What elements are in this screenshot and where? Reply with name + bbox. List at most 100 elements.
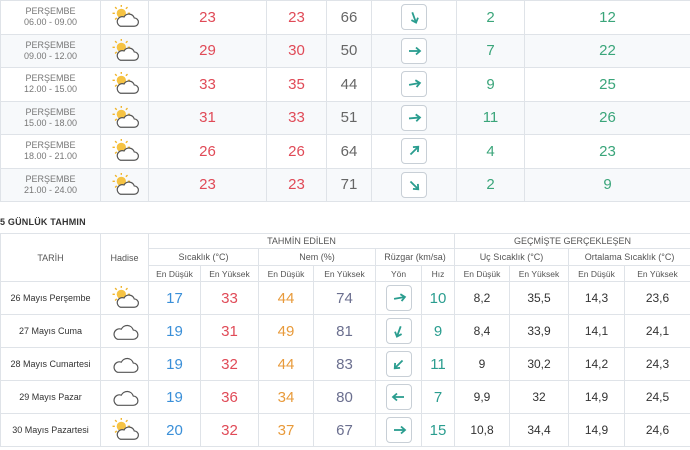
date: 26 Mayıs Perşembe	[0, 281, 101, 315]
feels-like: 33	[266, 100, 327, 135]
sub-extreme-low: En Düşük	[454, 265, 510, 282]
wind-direction	[371, 67, 457, 102]
sub-hum-low: En Düşük	[258, 265, 314, 282]
time-range: 09.00 - 12.00	[23, 50, 78, 61]
date: 28 Mayıs Cumartesi	[0, 347, 101, 381]
daily-row: 27 Mayıs Cuma 19 31 49 81 9 8,4 33,9 14,1 24,1	[0, 314, 690, 348]
cloud-icon	[100, 380, 149, 414]
wind-direction	[375, 314, 422, 348]
day-label: PERŞEMBE	[25, 140, 76, 151]
avg-high: 24,1	[623, 314, 690, 348]
wind-arrow-icon	[408, 113, 422, 122]
wind-direction-indicator	[385, 417, 412, 443]
temperature: 23	[148, 167, 267, 202]
day-label: PERŞEMBE	[25, 39, 76, 50]
wind-speed: 7	[456, 33, 525, 68]
avg-low: 14,9	[568, 380, 625, 414]
period-cell: PERŞEMBE 21.00 - 24.00	[0, 167, 101, 202]
temp-low: 20	[148, 413, 201, 447]
temp-high: 31	[200, 314, 259, 348]
wind-direction	[371, 134, 457, 169]
header-past: GEÇMİŞTE GERÇEKLEŞEN	[453, 233, 690, 249]
extreme-high: 35,5	[509, 281, 569, 315]
humidity: 71	[326, 167, 372, 202]
feels-like: 35	[266, 67, 327, 102]
feels-like: 26	[266, 134, 327, 169]
header-extreme-temp: Uç Sıcaklık (°C)	[454, 248, 569, 266]
wind-direction-indicator	[385, 285, 412, 311]
hourly-row: PERŞEMBE 12.00 - 15.00 33 35 44 9 25	[0, 67, 690, 102]
wind-arrow-icon	[393, 293, 406, 302]
humidity-high: 80	[313, 380, 376, 414]
partly-cloudy-icon	[100, 67, 149, 102]
time-range: 06.00 - 09.00	[23, 17, 78, 28]
extreme-high: 34,4	[509, 413, 569, 447]
period-cell: PERŞEMBE 12.00 - 15.00	[0, 67, 101, 102]
feels-like: 23	[266, 167, 327, 202]
wind-speed: 9	[456, 67, 525, 102]
header-forecast: TAHMİN EDİLEN	[148, 233, 455, 249]
day-label: PERŞEMBE	[25, 106, 76, 117]
hourly-forecast-table: PERŞEMBE 06.00 - 09.00 23 23 66 2 12 PERŞEMBE 09…	[0, 0, 690, 202]
extreme-high: 32	[509, 380, 569, 414]
avg-low: 14,2	[568, 347, 625, 381]
avg-high: 24,5	[623, 380, 690, 414]
avg-high: 24,6	[623, 413, 690, 447]
header-avg-temp: Ortalama Sıcaklık (°C)	[567, 248, 690, 266]
partly-cloudy-icon	[100, 100, 149, 135]
wind-arrow-icon	[393, 325, 402, 338]
wind-speed: 7	[421, 380, 455, 414]
date: 27 Mayıs Cuma	[0, 314, 101, 348]
wind-direction-indicator	[401, 138, 427, 165]
gust-speed: 22	[524, 33, 690, 68]
humidity-low: 44	[258, 281, 314, 315]
daily-row: 30 Mayıs Pazartesi 20 32 37 67 15 10,8 34,4 14,9…	[0, 413, 690, 447]
extreme-low: 8,4	[454, 314, 510, 348]
temperature: 29	[148, 33, 267, 68]
sub-avg-high: En Yüksek	[623, 265, 690, 282]
wind-direction-indicator	[385, 318, 412, 344]
wind-direction-indicator	[385, 384, 412, 410]
extreme-high: 30,2	[509, 347, 569, 381]
wind-direction	[371, 167, 457, 202]
sub-extreme-high: En Yüksek	[509, 265, 569, 282]
wind-speed: 2	[456, 0, 525, 35]
sub-temp-low: En Düşük	[148, 265, 201, 282]
daily-forecast-title: 5 GÜNLÜK TAHMIN	[0, 217, 86, 227]
temp-high: 33	[200, 281, 259, 315]
temperature: 23	[148, 0, 267, 35]
partly-cloudy-icon	[100, 33, 149, 68]
wind-direction-indicator	[401, 171, 427, 198]
partly-cloudy-icon	[100, 0, 149, 35]
sub-hum-high: En Yüksek	[313, 265, 376, 282]
period-cell: PERŞEMBE 09.00 - 12.00	[0, 33, 101, 68]
extreme-low: 9	[454, 347, 510, 381]
temp-low: 19	[148, 380, 201, 414]
humidity-low: 49	[258, 314, 314, 348]
humidity: 51	[326, 100, 372, 135]
wind-arrow-icon	[393, 359, 403, 370]
day-label: PERŞEMBE	[25, 73, 76, 84]
wind-arrow-icon	[408, 79, 422, 88]
cloud-icon	[100, 314, 149, 348]
wind-direction-indicator	[401, 4, 427, 31]
time-range: 18.00 - 21.00	[23, 151, 78, 162]
partly-cloudy-icon	[100, 167, 149, 202]
day-label: PERŞEMBE	[25, 6, 76, 17]
wind-direction	[375, 413, 422, 447]
wind-direction-indicator	[401, 104, 427, 131]
sub-avg-low: En Düşük	[568, 265, 625, 282]
sub-temp-high: En Yüksek	[200, 265, 259, 282]
wind-direction	[375, 281, 422, 315]
feels-like: 23	[266, 0, 327, 35]
wind-direction-indicator	[401, 37, 427, 64]
hourly-row: PERŞEMBE 21.00 - 24.00 23 23 71 2 9	[0, 167, 690, 202]
wind-direction	[375, 347, 422, 381]
wind-arrow-icon	[409, 146, 420, 156]
gust-speed: 9	[524, 167, 690, 202]
temp-low: 19	[148, 347, 201, 381]
wind-speed: 4	[456, 134, 525, 169]
wind-arrow-icon	[409, 180, 420, 190]
daily-row: 28 Mayıs Cumartesi 19 32 44 83 11 9 30,2 14,2 24,…	[0, 347, 690, 381]
temp-low: 19	[148, 314, 201, 348]
